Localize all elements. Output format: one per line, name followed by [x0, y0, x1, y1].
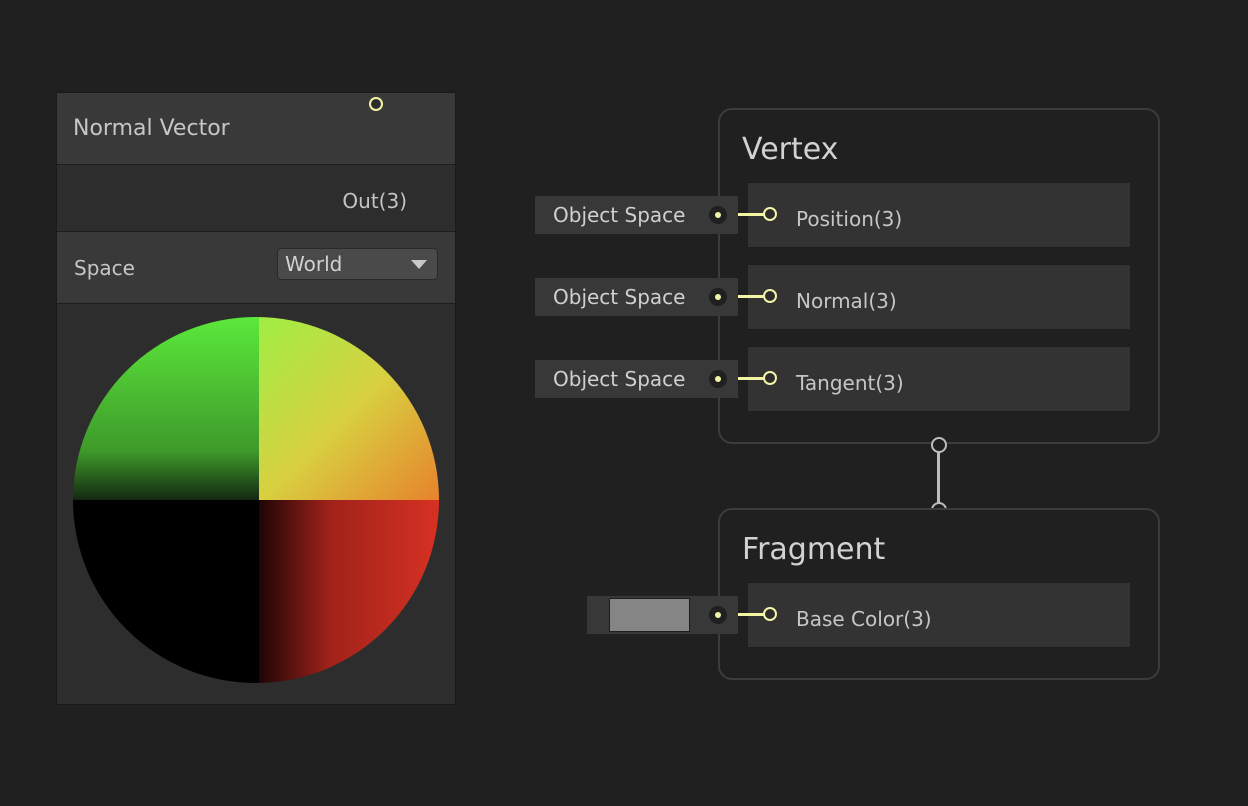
base-color-wire [738, 613, 764, 616]
normal-sphere-preview [73, 317, 439, 683]
tangent-port-icon[interactable] [763, 371, 777, 385]
tangent-space-label: Object Space [553, 367, 686, 391]
vertex-title: Vertex [742, 132, 839, 167]
position-block-label: Position(3) [796, 207, 903, 231]
normal-vector-node[interactable]: Normal Vector Out(3) Space World [56, 92, 456, 705]
normal-space-label: Object Space [553, 285, 686, 309]
base-color-block-label: Base Color(3) [796, 607, 932, 631]
base-color-connector-icon [709, 606, 727, 624]
position-wire [738, 213, 764, 216]
space-dropdown-value: World [285, 252, 343, 276]
space-label: Space [74, 256, 135, 280]
tangent-block-label: Tangent(3) [796, 371, 904, 395]
normal-wire [738, 295, 764, 298]
tangent-block[interactable]: Tangent(3) [747, 346, 1131, 412]
node-title[interactable]: Normal Vector [57, 93, 455, 165]
tangent-wire [738, 377, 764, 380]
position-port-icon[interactable] [763, 207, 777, 221]
normal-connector-icon [709, 288, 727, 306]
base-color-block[interactable]: Base Color(3) [747, 582, 1131, 648]
shader-graph-canvas[interactable]: Normal Vector Out(3) Space World Vertex … [0, 0, 1248, 806]
position-block[interactable]: Position(3) [747, 182, 1131, 248]
node-title-label: Normal Vector [73, 116, 230, 141]
normal-port-icon[interactable] [763, 289, 777, 303]
flow-edge [937, 452, 940, 504]
vertex-flow-out-icon[interactable] [931, 437, 947, 453]
position-space-input[interactable]: Object Space [535, 196, 738, 234]
fragment-title: Fragment [742, 532, 886, 567]
normal-space-input[interactable]: Object Space [535, 278, 738, 316]
node-preview [57, 304, 455, 704]
normal-block[interactable]: Normal(3) [747, 264, 1131, 330]
out-port-icon[interactable] [369, 97, 383, 111]
space-dropdown[interactable]: World [277, 248, 438, 280]
chevron-down-icon [411, 260, 427, 269]
base-color-port-icon[interactable] [763, 607, 777, 621]
position-connector-icon [709, 206, 727, 224]
tangent-space-input[interactable]: Object Space [535, 360, 738, 398]
node-properties-section: Space World [57, 232, 455, 304]
position-space-label: Object Space [553, 203, 686, 227]
out-port-label: Out(3) [342, 189, 407, 213]
normal-block-label: Normal(3) [796, 289, 897, 313]
tangent-connector-icon [709, 370, 727, 388]
node-ports-section: Out(3) [57, 97, 455, 232]
base-color-swatch[interactable] [609, 598, 690, 632]
